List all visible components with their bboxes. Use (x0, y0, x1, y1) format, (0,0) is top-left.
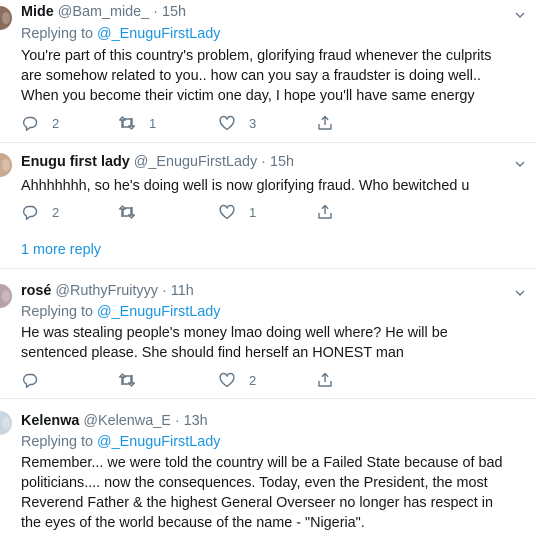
timestamp[interactable]: 15h (162, 4, 186, 20)
tweet-text: He was stealing people's money lmao doin… (21, 323, 512, 363)
author-handle[interactable]: @RuthyFruityyy (55, 283, 158, 299)
share-icon (318, 204, 332, 219)
timestamp[interactable]: 13h (184, 413, 208, 429)
reply-count: 2 (52, 204, 60, 220)
separator-dot: · (153, 4, 158, 20)
share-button[interactable] (316, 370, 334, 390)
replying-to: Replying to @_EnuguFirstLady (21, 432, 512, 452)
retweet-count: 1 (149, 115, 157, 131)
caret-down-icon[interactable] (514, 286, 526, 298)
retweet-button[interactable] (118, 370, 149, 390)
reply-count: 2 (52, 115, 60, 131)
retweet-button[interactable] (118, 202, 149, 222)
author-handle[interactable]: @Bam_mide_ (58, 4, 149, 20)
tweet-text: You're part of this country's problem, g… (21, 46, 512, 106)
reply-button[interactable]: 2 (21, 202, 59, 222)
like-count: 1 (249, 204, 257, 220)
tweet-header: Kelenwa @Kelenwa_E · 13h (21, 411, 512, 431)
author-handle[interactable]: @_EnuguFirstLady (134, 154, 257, 170)
share-icon (318, 115, 332, 130)
more-replies-link[interactable]: 1 more reply (21, 240, 101, 260)
like-icon (219, 204, 235, 220)
retweet-icon (119, 116, 135, 130)
tweet-kelenwa[interactable]: Kelenwa @Kelenwa_E · 13h Replying to @_E… (0, 398, 536, 541)
tweet-text-line: sentenced please. She should find hersel… (21, 345, 404, 361)
replying-to-handle[interactable]: @_EnuguFirstLady (97, 26, 220, 42)
like-count: 3 (249, 115, 257, 131)
replying-to: Replying to @_EnuguFirstLady (21, 302, 512, 322)
avatar[interactable] (0, 6, 12, 30)
tweet-text: Ahhhhhhh, so he's doing well is now glor… (21, 176, 512, 196)
tweet-header: Enugu first lady @_EnuguFirstLady · 15h (21, 152, 512, 172)
reply-button[interactable]: 2 (21, 113, 59, 133)
retweet-button[interactable]: 1 (118, 113, 156, 133)
author-name[interactable]: Enugu first lady (21, 154, 130, 170)
separator-dot: · (161, 283, 167, 299)
tweet-text-line: When you become their victim one day, I … (21, 88, 475, 104)
caret-down-icon[interactable] (514, 157, 526, 169)
like-button[interactable]: 1 (218, 202, 256, 222)
retweet-icon (119, 373, 135, 387)
reply-icon (23, 205, 38, 220)
tweet-enugu-first-lady[interactable]: Enugu first lady @_EnuguFirstLady · 15h … (0, 142, 536, 268)
tweet-text-line: politicians.... now the consequences. To… (21, 475, 488, 491)
tweet-text-line: Remember... we were told the country wil… (21, 455, 503, 471)
like-button[interactable]: 2 (218, 370, 256, 390)
reply-icon (23, 373, 38, 388)
tweet-text: Remember... we were told the country wil… (21, 453, 512, 533)
tweet-actions: 2 (21, 370, 351, 390)
share-button[interactable] (316, 113, 334, 133)
replying-to-handle[interactable]: @_EnuguFirstLady (97, 434, 220, 450)
avatar[interactable] (0, 153, 12, 177)
author-name[interactable]: Kelenwa (21, 413, 79, 429)
tweet-text-line: You're part of this country's problem, g… (21, 48, 492, 64)
author-name[interactable]: Mide (21, 4, 54, 20)
caret-down-icon[interactable] (514, 8, 526, 20)
tweet-text-line: He was stealing people's money lmao doin… (21, 325, 448, 341)
tweet-text-line: are somehow related to you.. how can you… (21, 68, 481, 84)
like-icon (219, 115, 235, 131)
separator-dot: · (174, 413, 180, 429)
replying-to-label: Replying to (21, 26, 97, 42)
tweet-header: Mide @Bam_mide_ · 15h (21, 2, 512, 22)
tweet-actions: 2 1 (21, 202, 351, 222)
tweet-text-line: Reverend Father & the highest General Ov… (21, 495, 493, 511)
avatar[interactable] (0, 284, 12, 308)
tweet-mide[interactable]: Mide @Bam_mide_ · 15h Replying to @_Enug… (0, 0, 536, 142)
tweet-actions: 2 1 3 (21, 113, 351, 133)
timestamp[interactable]: 15h (270, 154, 294, 170)
author-name[interactable]: rosé (21, 283, 51, 299)
like-button[interactable]: 3 (218, 113, 256, 133)
reply-button[interactable] (21, 370, 52, 390)
share-button[interactable] (316, 202, 334, 222)
timestamp[interactable]: 11h (171, 283, 194, 299)
replying-to-label: Replying to (21, 434, 97, 450)
replying-to-handle[interactable]: @_EnuguFirstLady (97, 304, 220, 320)
tweet-text-line: Ahhhhhhh, so he's doing well is now glor… (21, 178, 470, 194)
like-icon (219, 372, 235, 388)
like-count: 2 (249, 372, 257, 388)
tweet-header: rosé @RuthyFruityyy · 11h (21, 281, 512, 301)
author-handle[interactable]: @Kelenwa_E (83, 413, 170, 429)
separator-dot: · (261, 154, 266, 170)
avatar[interactable] (0, 411, 12, 435)
replying-to-label: Replying to (21, 304, 97, 320)
tweet-rose[interactable]: rosé @RuthyFruityyy · 11h Replying to @_… (0, 268, 536, 398)
share-icon (318, 372, 332, 387)
reply-icon (23, 116, 38, 131)
tweet-text-line: the eyes of the world because of the nam… (21, 515, 365, 531)
retweet-icon (119, 205, 135, 219)
replying-to: Replying to @_EnuguFirstLady (21, 24, 512, 44)
